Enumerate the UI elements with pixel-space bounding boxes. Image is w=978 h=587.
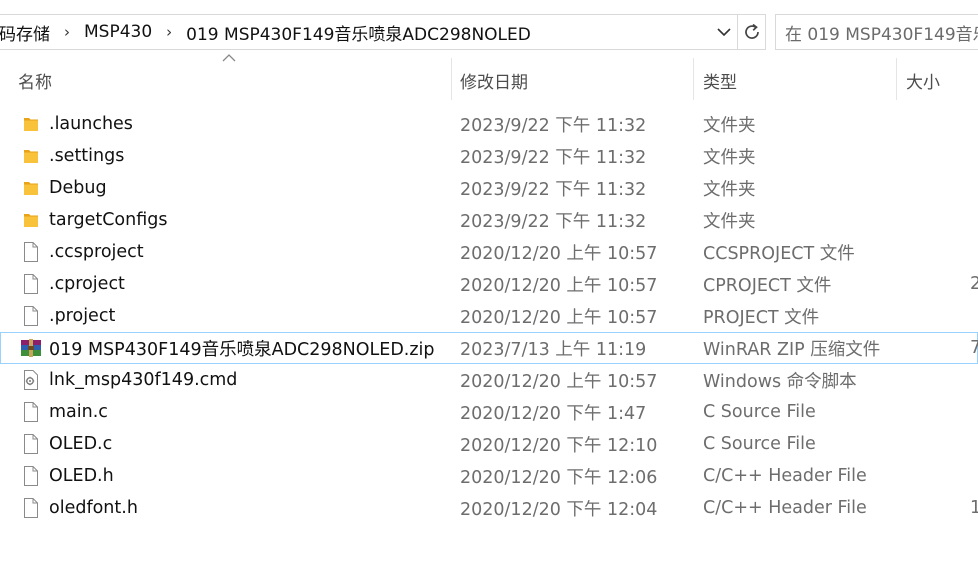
file-modified-date: 2020/12/20 下午 12:10 [460,435,658,456]
file-modified-date: 2023/9/22 下午 11:32 [460,147,647,168]
file-name[interactable]: targetConfigs [49,204,167,236]
file-name[interactable]: OLED.c [49,428,112,460]
breadcrumb-item-code-storage[interactable]: 代码存储 [0,20,54,45]
search-input[interactable]: 在 019 MSP430F149音乐喷泉ADC298NOLED 中搜索 [775,14,978,50]
file-type: C/C++ Header File [703,498,867,518]
file-row[interactable]: 019 MSP430F149音乐喷泉ADC298NOLED.zip 2023/7/… [0,332,978,364]
file-name[interactable]: main.c [49,396,108,428]
file-icon [20,492,42,524]
column-headers: 名称 修改日期 类型 大小 [0,58,978,102]
file-row[interactable]: main.c 2020/12/20 下午 1:47 C Source File [0,396,978,428]
column-header-name[interactable]: 名称 [18,58,52,102]
folder-icon [20,140,42,172]
file-type: PROJECT 文件 [703,307,820,328]
file-name[interactable]: .ccsproject [49,236,144,268]
file-name[interactable]: .project [49,300,115,332]
file-modified-date: 2020/12/20 下午 12:06 [460,467,658,488]
file-icon [20,300,42,332]
file-type: CPROJECT 文件 [703,275,832,296]
refresh-icon[interactable] [737,15,765,49]
file-name[interactable]: OLED.h [49,460,114,492]
file-modified-date: 2023/9/22 下午 11:32 [460,115,647,136]
file-row[interactable]: .ccsproject 2020/12/20 上午 10:57 CCSPROJECT… [0,236,978,268]
file-row[interactable]: oledfont.h 2020/12/20 下午 12:04 C/C++ Heade… [0,492,978,524]
file-size: 7 [970,338,978,358]
file-modified-date: 2020/12/20 下午 1:47 [460,403,647,424]
file-list: .launches 2023/9/22 下午 11:32 文件夹 .settings 2… [0,108,978,524]
breadcrumb-chevron-icon[interactable]: › [156,23,182,41]
file-name[interactable]: .settings [49,140,124,172]
file-icon [20,268,42,300]
file-name[interactable]: .launches [49,108,133,140]
column-divider[interactable] [896,58,897,100]
file-modified-date: 2020/12/20 上午 10:57 [460,307,658,328]
address-bar[interactable]: 代码存储 › MSP430 › 019 MSP430F149音乐喷泉ADC298… [0,14,766,50]
file-type: 文件夹 [703,147,756,168]
file-row[interactable]: .settings 2023/9/22 下午 11:32 文件夹 [0,140,978,172]
file-type: WinRAR ZIP 压缩文件 [703,339,881,360]
file-modified-date: 2020/12/20 上午 10:57 [460,275,658,296]
file-name[interactable]: Debug [49,172,107,204]
file-name[interactable]: oledfont.h [49,492,138,524]
file-icon [20,396,42,428]
file-icon [20,460,42,492]
breadcrumb-item-msp430[interactable]: MSP430 [80,22,156,42]
file-type: C/C++ Header File [703,466,867,486]
file-row[interactable]: .cproject 2020/12/20 上午 10:57 CPROJECT 文件 2 [0,268,978,300]
breadcrumb-item-current-folder[interactable]: 019 MSP430F149音乐喷泉ADC298NOLED [182,20,535,45]
column-divider[interactable] [451,58,452,100]
address-history-chevron-down-icon[interactable] [712,15,736,49]
file-name[interactable]: .cproject [49,268,125,300]
file-row[interactable]: .project 2020/12/20 上午 10:57 PROJECT 文件 [0,300,978,332]
file-modified-date: 2020/12/20 上午 10:57 [460,243,658,264]
file-row[interactable]: OLED.c 2020/12/20 下午 12:10 C Source File [0,428,978,460]
file-row[interactable]: OLED.h 2020/12/20 下午 12:06 C/C++ Header Fi… [0,460,978,492]
file-size: 2 [970,274,978,294]
cmd-script-icon [20,364,42,396]
file-type: C Source File [703,434,816,454]
file-modified-date: 2023/9/22 下午 11:32 [460,179,647,200]
winrar-archive-icon [20,332,42,364]
file-modified-date: 2023/7/13 上午 11:19 [460,339,647,360]
file-row[interactable]: targetConfigs 2023/9/22 下午 11:32 文件夹 [0,204,978,236]
file-type: 文件夹 [703,179,756,200]
file-name[interactable]: lnk_msp430f149.cmd [49,364,237,396]
file-row[interactable]: .launches 2023/9/22 下午 11:32 文件夹 [0,108,978,140]
file-modified-date: 2020/12/20 下午 12:04 [460,499,658,520]
column-divider[interactable] [693,58,694,100]
column-header-type[interactable]: 类型 [703,58,737,102]
breadcrumb-chevron-icon[interactable]: › [54,23,80,41]
file-row[interactable]: lnk_msp430f149.cmd 2020/12/20 上午 10:57 Win… [0,364,978,396]
file-name[interactable]: 019 MSP430F149音乐喷泉ADC298NOLED.zip [49,332,435,364]
file-type: Windows 命令脚本 [703,371,857,392]
file-type: 文件夹 [703,211,756,232]
column-header-date[interactable]: 修改日期 [460,58,528,102]
file-type: C Source File [703,402,816,422]
file-size: 1 [970,498,978,518]
file-row[interactable]: Debug 2023/9/22 下午 11:32 文件夹 [0,172,978,204]
file-modified-date: 2023/9/22 下午 11:32 [460,211,647,232]
file-type: CCSPROJECT 文件 [703,243,855,264]
file-modified-date: 2020/12/20 上午 10:57 [460,371,658,392]
folder-icon [20,108,42,140]
file-icon [20,428,42,460]
file-type: 文件夹 [703,115,756,136]
folder-icon [20,172,42,204]
file-explorer-window: 代码存储 › MSP430 › 019 MSP430F149音乐喷泉ADC298… [0,0,978,587]
column-header-size[interactable]: 大小 [906,58,940,102]
folder-icon [20,204,42,236]
file-icon [20,236,42,268]
